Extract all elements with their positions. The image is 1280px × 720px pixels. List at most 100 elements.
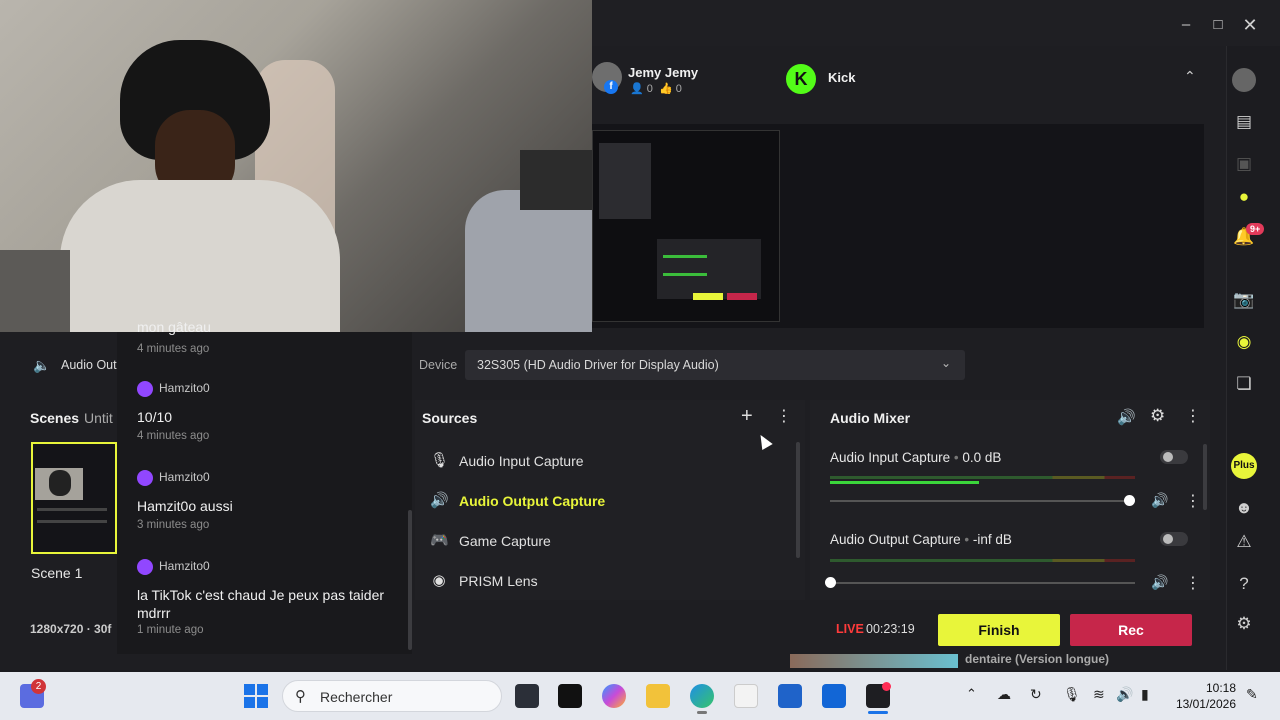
tray-app-icon[interactable]: ☁: [997, 686, 1011, 703]
battery-icon[interactable]: ▮: [1141, 686, 1149, 703]
scene-label[interactable]: Scene 1: [31, 565, 82, 581]
wifi-icon[interactable]: ≋: [1093, 686, 1105, 703]
close-icon[interactable]: ✕: [1239, 14, 1261, 36]
speaker-icon[interactable]: 🔊: [1117, 408, 1136, 426]
multi-view-icon[interactable]: ❏: [1232, 372, 1256, 396]
like-icon: 👍: [659, 83, 673, 95]
store-icon[interactable]: [734, 684, 758, 708]
gamepad-icon: 🎮: [430, 532, 449, 549]
profile-avatar[interactable]: [1232, 68, 1256, 92]
sources-title: Sources: [422, 410, 478, 426]
microphone-icon[interactable]: 🎙: [1063, 686, 1081, 703]
like-count: 0: [675, 83, 682, 95]
kick-channel-name: Kick: [828, 70, 856, 85]
settings-icon[interactable]: ⚙: [1232, 612, 1256, 636]
level-meter: [830, 481, 979, 484]
windows-taskbar: [0, 672, 1280, 720]
finish-button[interactable]: Finish: [938, 614, 1060, 646]
taskbar-badge: 2: [31, 679, 46, 694]
level-meter-track: [830, 476, 1135, 479]
add-source-icon[interactable]: +: [741, 405, 753, 428]
chevron-up-icon[interactable]: ⌃: [1184, 68, 1196, 85]
more-icon[interactable]: ⋮: [1185, 406, 1201, 426]
more-icon[interactable]: ⋮: [1185, 491, 1201, 511]
layout-icon[interactable]: ▤: [1232, 110, 1256, 134]
copilot-icon[interactable]: [602, 684, 626, 708]
chat-username[interactable]: Hamzito0: [159, 559, 210, 573]
mute-toggle[interactable]: [1160, 450, 1188, 464]
mixer-scrollbar[interactable]: [1203, 444, 1207, 510]
background-thumbnail: [790, 654, 958, 668]
alert-icon[interactable]: ⚠: [1232, 530, 1256, 554]
notification-center-icon[interactable]: ✎: [1246, 686, 1258, 703]
scenes-title: Scenes: [30, 410, 80, 426]
edge-icon[interactable]: [690, 684, 714, 708]
chat-text: Hamzit0o aussi: [137, 498, 233, 514]
task-view-icon[interactable]: [515, 684, 539, 708]
file-explorer-icon[interactable]: [646, 684, 670, 708]
volume-slider-handle[interactable]: [1124, 495, 1135, 506]
speaker-icon: 🔈: [33, 357, 51, 373]
source-item-prism-lens[interactable]: ◉ PRISM Lens: [430, 562, 790, 602]
channel-stats: 👤 0 👍 0: [630, 82, 682, 95]
chat-username[interactable]: Hamzito0: [159, 381, 210, 395]
plus-badge[interactable]: Plus: [1231, 453, 1257, 479]
minimize-icon[interactable]: –: [1175, 14, 1197, 36]
sync-icon[interactable]: ↻: [1030, 686, 1042, 703]
help-icon[interactable]: ?: [1232, 572, 1256, 596]
audio-output-tab[interactable]: Audio Out: [61, 358, 117, 372]
sources-scrollbar[interactable]: [796, 442, 800, 558]
search-box[interactable]: ⚲ Rechercher: [282, 680, 502, 712]
discord-icon[interactable]: ☻: [1232, 496, 1256, 520]
chevron-up-icon[interactable]: ⌃: [966, 686, 977, 702]
chevron-down-icon: ⌄: [940, 356, 951, 370]
volume-icon[interactable]: 🔊: [1116, 686, 1133, 703]
rec-button[interactable]: Rec: [1070, 614, 1192, 646]
speaker-icon[interactable]: 🔊: [1151, 492, 1168, 509]
volume-slider-handle[interactable]: [825, 577, 836, 588]
level-meter-track: [830, 559, 1135, 562]
windows-start-icon[interactable]: [244, 684, 268, 708]
taskbar-time[interactable]: 10:18: [1170, 681, 1236, 695]
source-item-game-capture[interactable]: 🎮 Game Capture: [430, 522, 790, 562]
source-item-audio-output[interactable]: 🔊 Audio Output Capture: [430, 482, 790, 522]
kick-icon[interactable]: K: [784, 62, 818, 96]
chat-message: Hamzito0 10/10 4 minutes ago: [137, 381, 397, 442]
scene-thumbnail[interactable]: [31, 442, 117, 554]
chat-username[interactable]: Hamzito0: [159, 470, 210, 484]
devices-icon[interactable]: ▣: [1232, 152, 1256, 176]
chat-time: 3 minutes ago: [137, 519, 210, 531]
chat-time: 4 minutes ago: [137, 430, 210, 442]
virtual-camera-icon[interactable]: ◉: [1232, 330, 1256, 354]
notification-badge: 9+: [1246, 223, 1265, 235]
speaker-icon: 🔊: [430, 492, 449, 509]
mute-toggle[interactable]: [1160, 532, 1188, 546]
gear-icon[interactable]: ⚙: [1150, 406, 1165, 426]
live-timer: 00:23:19: [866, 622, 915, 636]
device-value: 32S305 (HD Audio Driver for Display Audi…: [477, 358, 719, 372]
chat-partial-message: mon gâteau: [137, 322, 211, 335]
chat-scrollbar[interactable]: [408, 510, 412, 650]
channel-name: Jemy Jemy: [628, 65, 699, 80]
maximize-icon[interactable]: □: [1207, 14, 1229, 36]
device-select[interactable]: 32S305 (HD Audio Driver for Display Audi…: [465, 350, 965, 380]
viewers-icon: 👤: [630, 83, 644, 95]
chat-icon[interactable]: ●: [1232, 185, 1256, 209]
source-item-audio-input[interactable]: 🎙 Audio Input Capture: [430, 442, 790, 482]
more-icon[interactable]: ⋮: [1185, 573, 1201, 593]
more-icon[interactable]: ⋮: [776, 406, 792, 426]
capcut-icon[interactable]: [558, 684, 582, 708]
live-label: LIVE: [836, 622, 864, 636]
mixer-channel-name: Audio Output Capture: [830, 532, 961, 547]
scene-collection-name[interactable]: Untit: [84, 410, 113, 426]
volume-slider[interactable]: [830, 582, 1135, 584]
background-window-title: dentaire (Version longue): [965, 652, 1110, 666]
chat-message: Hamzito0 Hamzit0o aussi 3 minutes ago: [137, 470, 397, 531]
outlook-icon[interactable]: [822, 684, 846, 708]
app-icon[interactable]: [778, 684, 802, 708]
speaker-icon[interactable]: 🔊: [1151, 574, 1168, 591]
camera-icon[interactable]: 📷: [1232, 288, 1256, 312]
taskbar-date[interactable]: 13/01/2026: [1160, 697, 1236, 711]
volume-slider[interactable]: [830, 500, 1135, 502]
chat-text: 10/10: [137, 409, 173, 425]
